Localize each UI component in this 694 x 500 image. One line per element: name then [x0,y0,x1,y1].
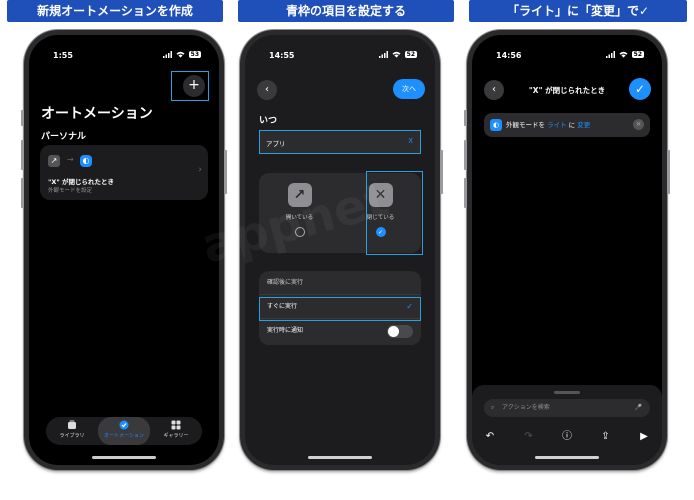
phone-action-editor: 14:56 52 ‹ "X" が閉じられたとき ✓ ◐ 外観モードを ライト に… [464,30,670,470]
status-bar: 14:55 52 [245,51,435,63]
screen: 1:55 53 + オートメーション パーソナル ↗ → ◐ "X" が閉じられ… [29,35,219,465]
screen: 14:56 52 ‹ "X" が閉じられたとき ✓ ◐ 外観モードを ライト に… [472,35,662,465]
appearance-icon: ◐ [80,155,92,167]
volume-down-button [21,178,24,208]
option-opened[interactable]: ↗ 開いている [259,173,340,253]
redo-icon[interactable]: ↷ [521,429,537,445]
when-label: いつ [259,116,278,126]
next-button[interactable]: 次へ [393,79,425,99]
app-value: X [408,137,413,145]
action-button [464,110,467,126]
action-card: ◐ 外観モードを ライト に 変更 × [484,113,650,137]
automation-name: "X" が閉じられたとき [48,178,115,186]
tab-label: オートメーション [104,433,144,439]
open-arrow-icon: ↗ [287,183,312,207]
app-label: アプリ [266,140,286,148]
sheet-grabber[interactable] [554,391,580,394]
undo-icon[interactable]: ↶ [482,429,498,445]
highlight-box-closed [366,171,423,255]
home-indicator [535,456,599,459]
power-button [440,150,443,194]
tab-label: ギャラリー [163,433,189,439]
appearance-icon: ◐ [490,119,502,131]
remove-action-icon[interactable]: × [633,119,644,130]
notify-on-run: 実行時に通知 [259,319,421,343]
done-button[interactable]: ✓ [629,78,651,100]
action-mid: に [568,121,576,129]
run-label: 実行時に通知 [267,327,304,334]
tutorial-figure: 新規オートメーションを作成 青枠の項目を設定する 「ライト」に「変更」で✓ 1:… [0,0,694,500]
status-time: 14:56 [496,51,522,60]
tab-label: ライブラリ [59,433,85,439]
action-sheet: ⌕ アクションを検索 🎤 ↶ ↷ ⓘ ⇪ ▶ [472,385,662,465]
battery-icon: 52 [404,51,417,58]
automation-subtitle: 外観モードを設定 [48,188,93,194]
radio-unchecked-icon [294,227,305,237]
mode-token[interactable]: ライト [547,121,567,129]
status-time: 14:55 [269,51,295,60]
search-placeholder: アクションを検索 [502,404,550,411]
home-indicator [92,456,156,459]
library-icon [68,420,76,429]
step2-caption: 青枠の項目を設定する [238,0,454,22]
operation-token[interactable]: 変更 [577,121,590,129]
battery-icon: 52 [631,51,644,58]
action-search-field[interactable]: ⌕ アクションを検索 🎤 [484,399,650,417]
microphone-icon[interactable]: 🎤 [635,399,642,417]
back-button[interactable]: ‹ [257,80,277,100]
info-icon[interactable]: ⓘ [559,429,575,445]
section-header: パーソナル [41,132,87,142]
tab-gallery[interactable]: ギャラリー [150,417,202,445]
tab-library[interactable]: ライブラリ [46,417,98,445]
signal-icon [605,51,615,58]
add-automation-button[interactable]: + [183,75,205,97]
highlight-box-run [259,297,421,321]
action-prefix: 外観モードを [506,121,545,129]
wifi-icon [176,51,185,58]
checkmark-icon: ✓ [634,82,646,96]
home-indicator [308,456,372,459]
signal-icon [162,51,172,58]
play-icon[interactable]: ▶ [636,429,652,445]
wifi-icon [619,51,628,58]
search-icon: ⌕ [491,404,495,411]
volume-up-button [464,140,467,170]
step3-caption: 「ライト」に「変更」で✓ [469,0,687,22]
action-text: 外観モードを ライト に 変更 [506,113,590,137]
gallery-icon [171,420,181,430]
arrow-icon: → [67,155,74,164]
status-time: 1:55 [53,51,73,60]
status-bar: 14:56 52 [472,51,662,63]
option-label: 開いている [285,215,314,221]
phone-automation-list: 1:55 53 + オートメーション パーソナル ↗ → ◐ "X" が閉じられ… [21,30,227,470]
volume-up-button [21,140,24,170]
status-bar: 1:55 53 [29,51,219,63]
chevron-left-icon: ‹ [265,84,269,95]
battery-icon: 53 [188,51,201,58]
step1-caption: 新規オートメーションを作成 [7,0,223,22]
tab-automation[interactable]: オートメーション [98,417,150,445]
page-title: オートメーション [41,106,153,122]
automation-icon [119,420,129,430]
run-label: 確認後に実行 [267,279,304,286]
volume-down-button [464,178,467,208]
run-after-confirm[interactable]: 確認後に実行 [259,271,421,295]
notify-toggle[interactable] [387,325,413,338]
signal-icon [378,51,388,58]
share-icon[interactable]: ⇪ [598,429,614,445]
phone-trigger-settings: 14:55 52 ‹ 次へ いつ アプリ X ↗ 開いている ✕ 閉じている ✓… [240,30,443,470]
power-button [667,150,670,194]
screen: 14:55 52 ‹ 次へ いつ アプリ X ↗ 開いている ✕ 閉じている ✓… [245,35,435,465]
tab-bar: ライブラリ オートメーション ギャラリー [46,417,202,445]
editor-toolbar: ↶ ↷ ⓘ ⇪ ▶ [482,429,652,445]
app-selector[interactable]: アプリ X [259,130,421,154]
action-button [21,110,24,126]
open-app-icon: ↗ [48,155,60,167]
automation-card[interactable]: ↗ → ◐ "X" が閉じられたとき 外観モードを設定 › [40,145,208,200]
wifi-icon [392,51,401,58]
power-button [224,150,227,194]
chevron-right-icon: › [198,165,202,175]
